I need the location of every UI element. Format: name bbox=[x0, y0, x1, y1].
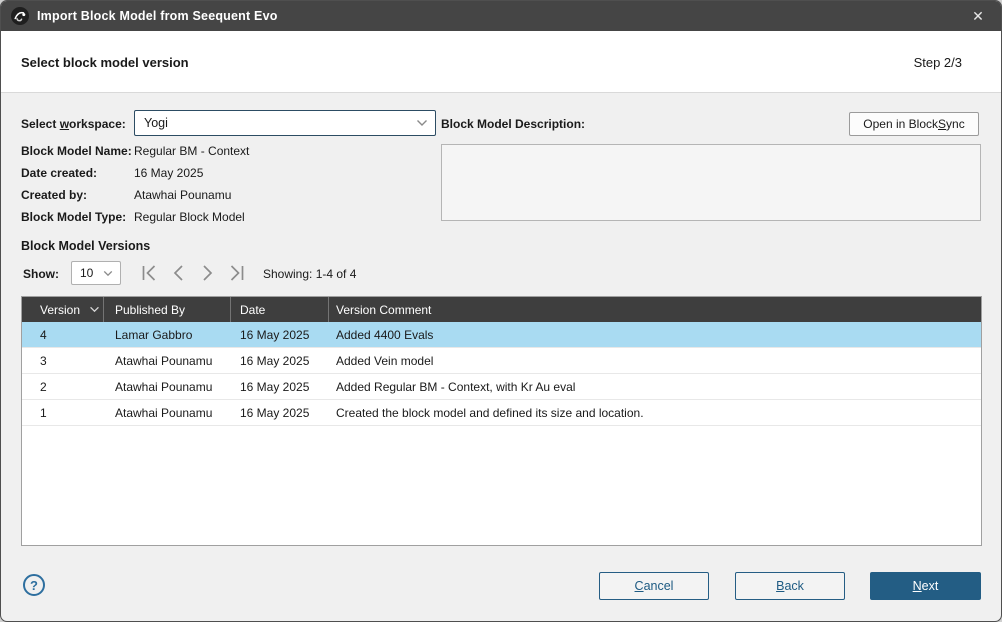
versions-table: Version Published By Date Version Commen… bbox=[21, 296, 982, 546]
cell-published-by: Atawhai Pounamu bbox=[104, 406, 231, 420]
cell-comment: Added Regular BM - Context, with Kr Au e… bbox=[329, 380, 981, 394]
workspace-dropdown[interactable]: Yogi bbox=[134, 110, 436, 136]
versions-table-header: Version Published By Date Version Commen… bbox=[22, 297, 981, 322]
block-model-description-box bbox=[441, 144, 981, 221]
block-model-description-label: Block Model Description: bbox=[441, 117, 585, 131]
back-button[interactable]: Back bbox=[735, 572, 845, 600]
show-label: Show: bbox=[23, 267, 59, 281]
previous-page-icon[interactable] bbox=[167, 263, 189, 283]
window-title: Import Block Model from Seequent Evo bbox=[37, 9, 278, 23]
table-row-version-2[interactable]: 2 Atawhai Pounamu 16 May 2025 Added Regu… bbox=[22, 374, 981, 400]
block-model-name-value: Regular BM - Context bbox=[134, 144, 249, 158]
cell-comment: Added 4400 Evals bbox=[329, 328, 981, 342]
table-row-version-3[interactable]: 3 Atawhai Pounamu 16 May 2025 Added Vein… bbox=[22, 348, 981, 374]
help-icon[interactable]: ? bbox=[23, 574, 45, 596]
show-count-dropdown[interactable]: 10 bbox=[71, 261, 121, 285]
page-header: Select block model version Step 2/3 bbox=[1, 31, 1001, 93]
cell-published-by: Atawhai Pounamu bbox=[104, 354, 231, 368]
show-count-value: 10 bbox=[80, 266, 93, 280]
sort-descending-icon bbox=[89, 306, 100, 313]
leapfrog-app-icon bbox=[10, 6, 30, 26]
chevron-down-icon bbox=[416, 119, 428, 127]
cell-version: 2 bbox=[22, 380, 104, 394]
cell-published-by: Atawhai Pounamu bbox=[104, 380, 231, 394]
chevron-down-icon bbox=[103, 270, 113, 277]
cell-date: 16 May 2025 bbox=[231, 354, 329, 368]
cell-comment: Added Vein model bbox=[329, 354, 981, 368]
first-page-icon[interactable] bbox=[138, 263, 160, 283]
titlebar: Import Block Model from Seequent Evo ✕ bbox=[1, 1, 1001, 31]
select-workspace-label: Select workspace: bbox=[21, 117, 126, 131]
column-header-date[interactable]: Date bbox=[231, 297, 329, 322]
created-by-label: Created by: bbox=[21, 188, 87, 202]
page-title: Select block model version bbox=[21, 55, 189, 70]
table-row-version-1[interactable]: 1 Atawhai Pounamu 16 May 2025 Created th… bbox=[22, 400, 981, 426]
next-button[interactable]: Next bbox=[870, 572, 981, 600]
showing-range-text: Showing: 1-4 of 4 bbox=[263, 267, 356, 281]
cell-date: 16 May 2025 bbox=[231, 328, 329, 342]
last-page-icon[interactable] bbox=[225, 263, 247, 283]
cell-version: 4 bbox=[22, 328, 104, 342]
column-header-version-comment[interactable]: Version Comment bbox=[329, 297, 981, 322]
block-model-type-label: Block Model Type: bbox=[21, 210, 126, 224]
block-model-type-value: Regular Block Model bbox=[134, 210, 245, 224]
date-created-value: 16 May 2025 bbox=[134, 166, 203, 180]
cell-version: 1 bbox=[22, 406, 104, 420]
cell-version: 3 bbox=[22, 354, 104, 368]
close-icon[interactable]: ✕ bbox=[955, 1, 1001, 31]
step-indicator: Step 2/3 bbox=[914, 55, 962, 70]
cell-date: 16 May 2025 bbox=[231, 406, 329, 420]
table-row-version-4[interactable]: 4 Lamar Gabbro 16 May 2025 Added 4400 Ev… bbox=[22, 322, 981, 348]
cell-published-by: Lamar Gabbro bbox=[104, 328, 231, 342]
block-model-versions-title: Block Model Versions bbox=[21, 239, 150, 253]
workspace-dropdown-value: Yogi bbox=[144, 116, 168, 130]
next-page-icon[interactable] bbox=[196, 263, 218, 283]
column-header-published-by[interactable]: Published By bbox=[104, 297, 231, 322]
date-created-label: Date created: bbox=[21, 166, 97, 180]
cell-comment: Created the block model and defined its … bbox=[329, 406, 981, 420]
pagination bbox=[138, 263, 247, 283]
import-block-model-dialog: Import Block Model from Seequent Evo ✕ S… bbox=[0, 0, 1002, 622]
created-by-value: Atawhai Pounamu bbox=[134, 188, 231, 202]
open-in-blocksync-button[interactable]: Open in BlockSync bbox=[849, 112, 979, 136]
block-model-name-label: Block Model Name: bbox=[21, 144, 132, 158]
column-header-version[interactable]: Version bbox=[22, 297, 104, 322]
cancel-button[interactable]: Cancel bbox=[599, 572, 709, 600]
cell-date: 16 May 2025 bbox=[231, 380, 329, 394]
